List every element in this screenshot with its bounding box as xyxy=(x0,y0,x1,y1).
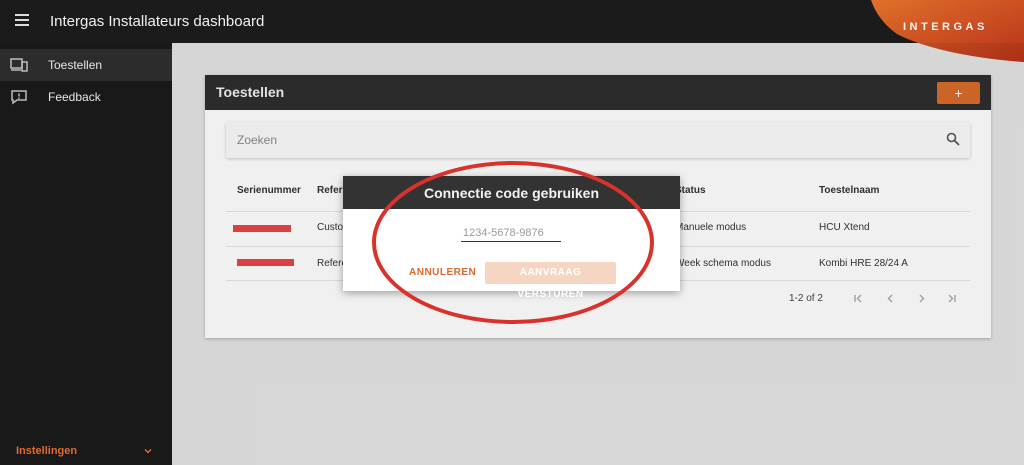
settings-label: Instellingen xyxy=(16,445,78,457)
devices-icon xyxy=(10,58,28,72)
top-app-bar: Intergas Installateurs dashboard INTERGA… xyxy=(0,0,1024,62)
sidebar-item-label: Toestellen xyxy=(48,58,103,72)
intergas-logo: INTERGAS xyxy=(903,21,988,33)
sidebar-item-label: Feedback xyxy=(48,90,101,104)
sidebar-item-toestellen[interactable]: Toestellen xyxy=(0,49,172,81)
menu-icon[interactable] xyxy=(15,14,29,26)
chevron-down-icon xyxy=(144,448,152,454)
app-title: Intergas Installateurs dashboard xyxy=(50,13,265,30)
highlight-ellipse xyxy=(372,161,654,324)
settings-menu[interactable]: Instellingen xyxy=(0,442,172,465)
feedback-icon xyxy=(11,90,27,105)
sidebar-item-feedback[interactable]: Feedback xyxy=(0,81,172,113)
sidebar: Toestellen Feedback Instellingen xyxy=(0,43,172,465)
